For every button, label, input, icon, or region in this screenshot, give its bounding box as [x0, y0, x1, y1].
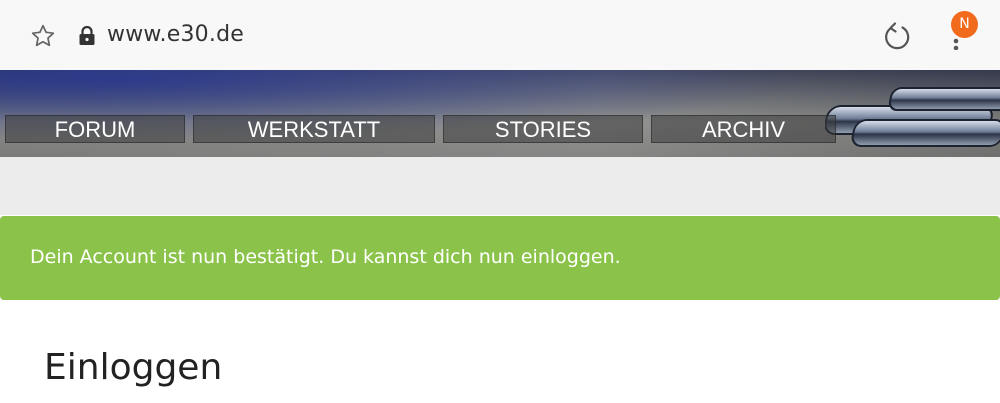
header-spacer — [0, 157, 1000, 215]
site-header-banner: FORUM WERKSTATT STORIES ARCHIV — [0, 70, 1000, 157]
nav-item-forum[interactable]: FORUM — [5, 115, 185, 143]
alert-message: Dein Account ist nun bestätigt. Du kanns… — [30, 246, 621, 268]
url-field[interactable]: www.e30.de — [107, 22, 244, 47]
star-icon[interactable] — [30, 23, 56, 49]
nav-item-stories[interactable]: STORIES — [443, 115, 643, 143]
account-badge[interactable]: N — [951, 11, 978, 38]
success-alert: Dein Account ist nun bestätigt. Du kanns… — [0, 216, 1000, 300]
browser-url-bar: www.e30.de N — [0, 0, 1000, 70]
nav-item-werkstatt[interactable]: WERKSTATT — [193, 115, 435, 143]
lock-icon — [79, 26, 95, 45]
main-nav: FORUM WERKSTATT STORIES ARCHIV — [0, 115, 845, 143]
site-logo[interactable] — [825, 78, 1000, 157]
page-title: Einloggen — [44, 347, 223, 388]
reload-icon[interactable] — [882, 21, 914, 53]
nav-item-archiv[interactable]: ARCHIV — [651, 115, 836, 143]
